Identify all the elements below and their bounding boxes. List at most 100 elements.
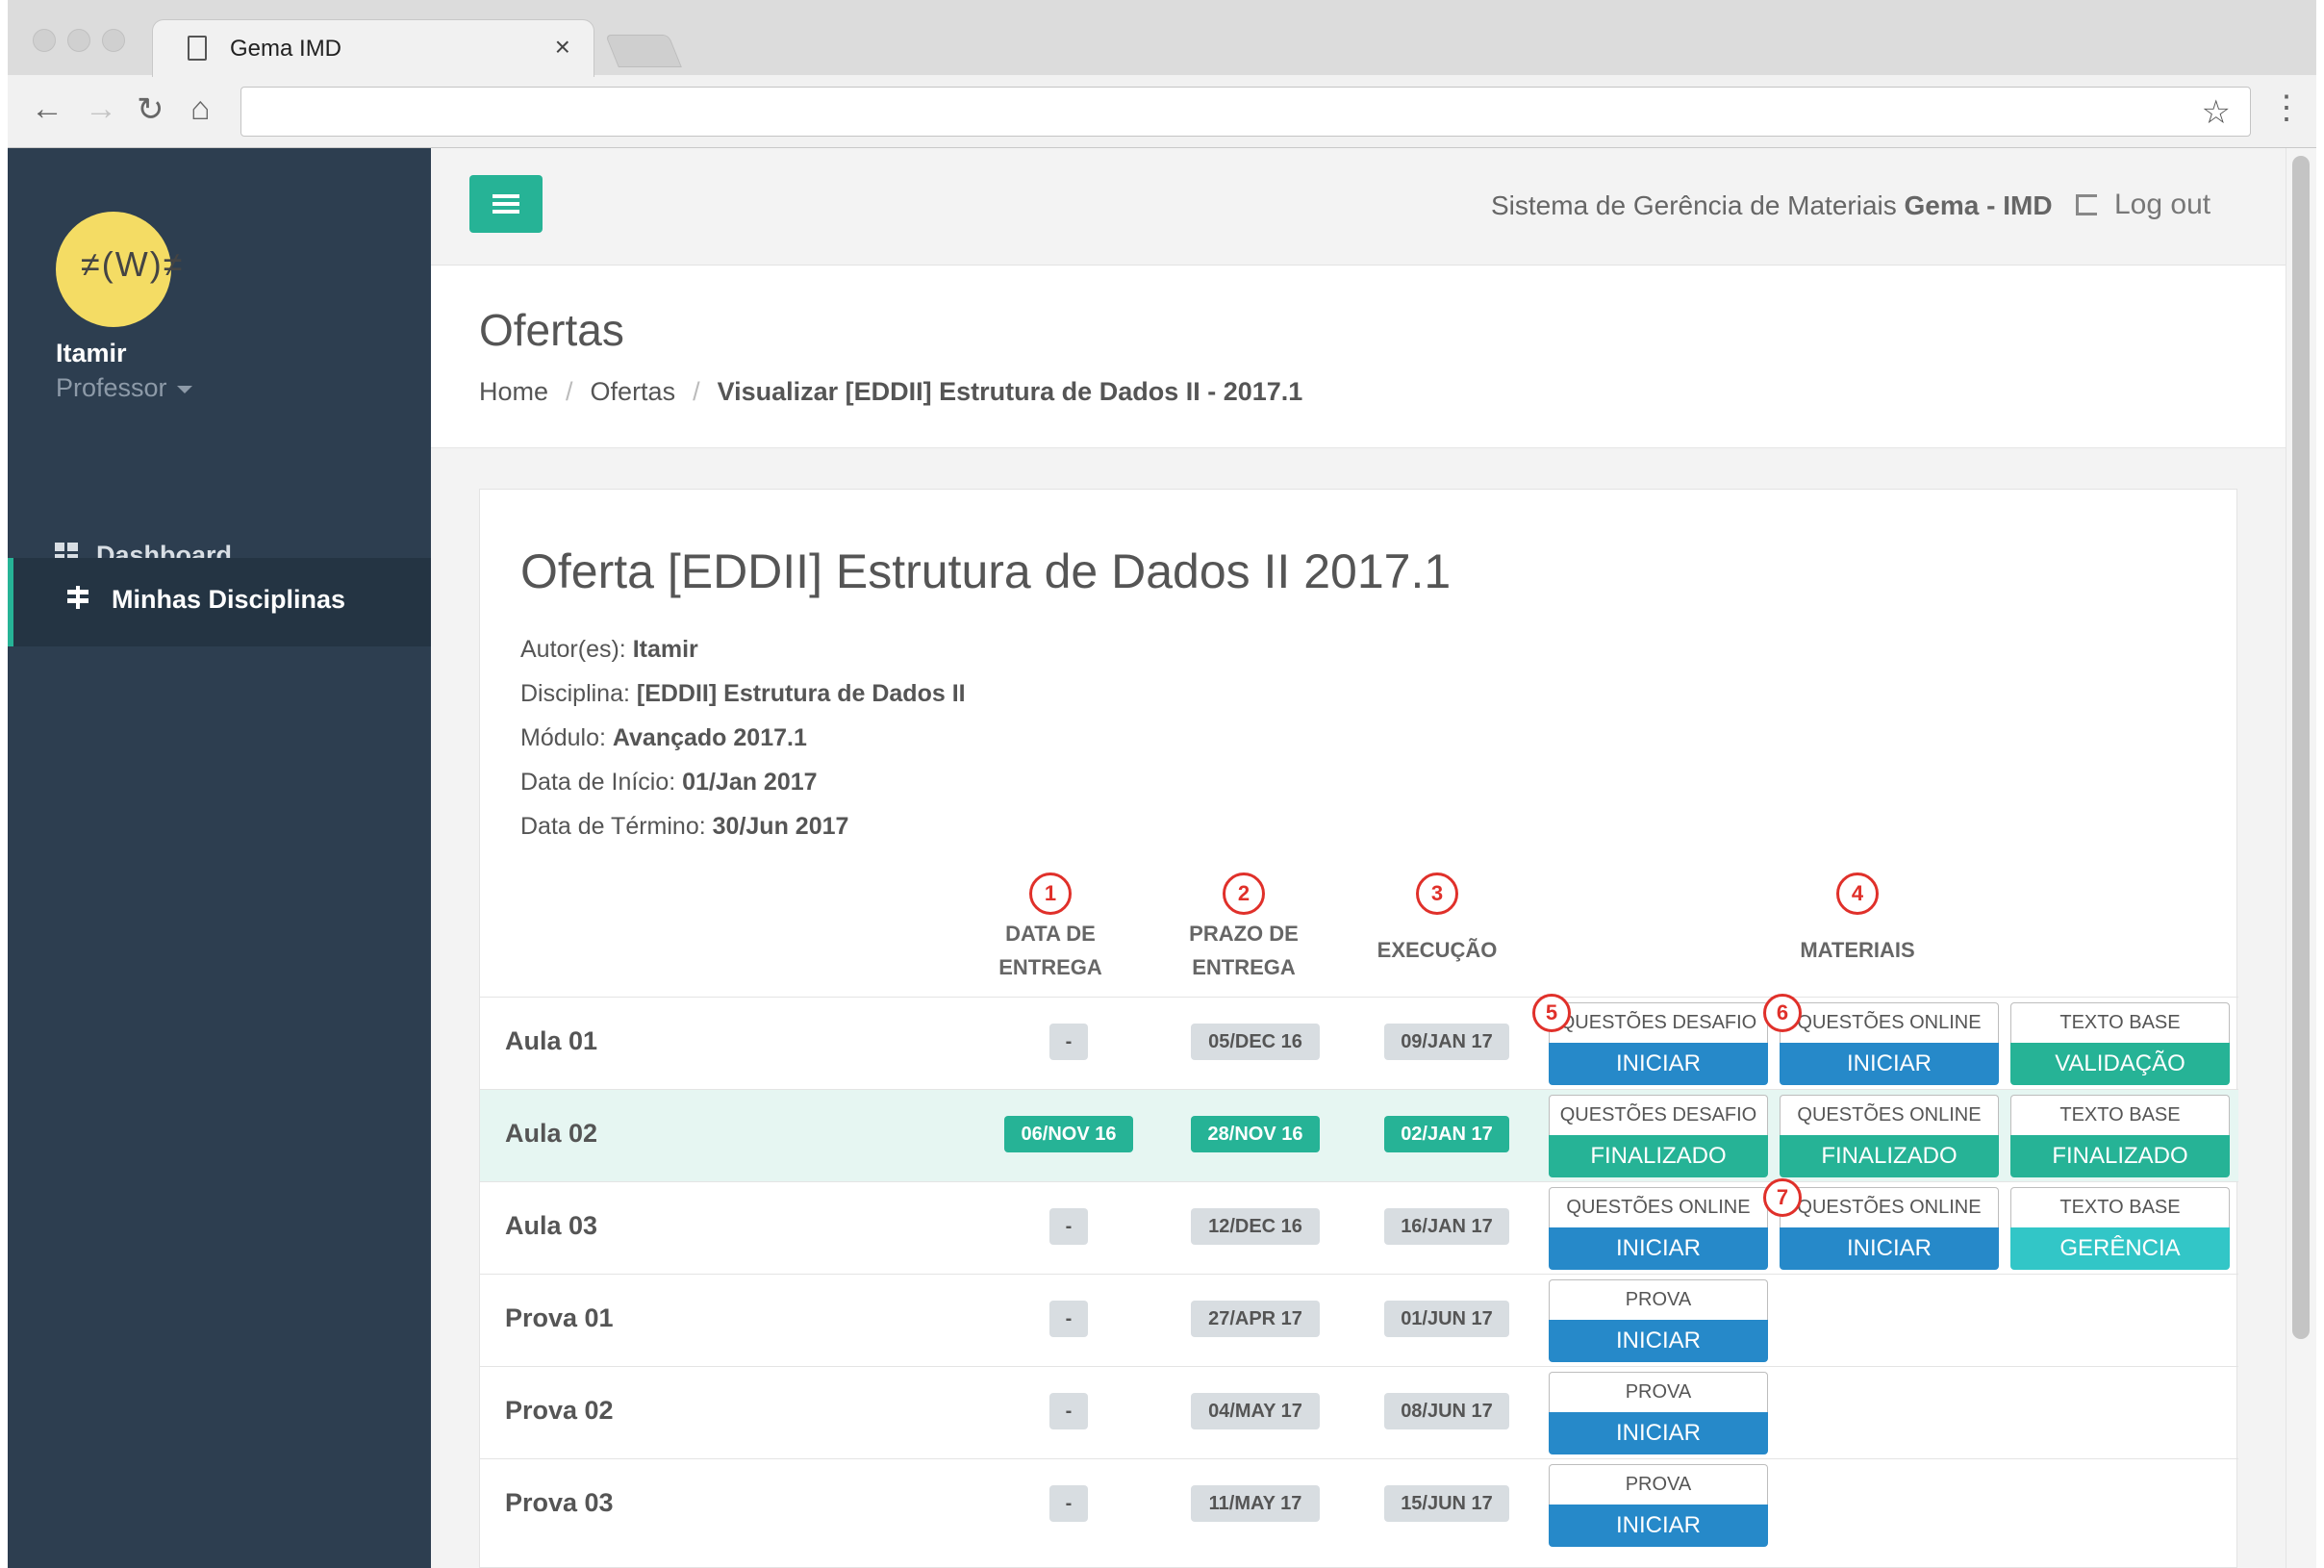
material-type-label: TEXTO BASE (2010, 1002, 2230, 1043)
window-close-dot[interactable] (33, 29, 56, 52)
hamburger-bar (493, 202, 519, 206)
material-action-button[interactable]: INICIAR (1549, 1412, 1768, 1454)
delivery-date-badge: - (1049, 1485, 1088, 1522)
browser-menu-icon[interactable]: ⋮ (2270, 89, 2303, 127)
tab-strip: Gema IMD × (8, 0, 2316, 77)
material-action-button[interactable]: INICIAR (1780, 1227, 1999, 1270)
address-bar[interactable]: ☆ (240, 87, 2251, 137)
row-label: Prova 03 (505, 1488, 614, 1517)
page: Gema IMD × ← → ↻ ⌂ ☆ ⋮ ≠(W)≠ Itamir Prof… (0, 0, 2324, 1568)
breadcrumb-ofertas[interactable]: Ofertas (591, 377, 676, 406)
browser-toolbar: ← → ↻ ⌂ ☆ ⋮ (8, 75, 2316, 148)
avatar-face: ≠(W)≠ (81, 244, 185, 284)
row-label: Prova 02 (505, 1396, 614, 1425)
system-title-prefix: Sistema de Gerência de Materiais (1491, 190, 1905, 220)
material-card: QUESTÕES DESAFIO INICIAR (1549, 1002, 1768, 1085)
header-execution: EXECUÇÃO (1377, 938, 1498, 962)
logout-link[interactable]: Log out (2076, 189, 2210, 221)
material-action-button[interactable]: INICIAR (1549, 1320, 1768, 1362)
window-minimize-dot[interactable] (67, 29, 90, 52)
marker-6: 6 (1763, 994, 1802, 1032)
material-card: TEXTO BASE VALIDAÇÃO (2010, 1002, 2230, 1085)
browser-tab[interactable]: Gema IMD × (152, 19, 594, 77)
tab-title: Gema IMD (230, 36, 342, 62)
material-type-label: QUESTÕES ONLINE (1780, 1095, 1999, 1135)
material-action-button[interactable]: INICIAR (1549, 1505, 1768, 1547)
menu-toggle-button[interactable] (469, 175, 543, 233)
header-line: DATA DE (1005, 922, 1096, 946)
execution-date-badge: 16/JAN 17 (1384, 1208, 1509, 1245)
offer-panel: Oferta [EDDII] Estrutura de Dados II 201… (479, 489, 2238, 1568)
delivery-date-badge: - (1049, 1301, 1088, 1337)
info-value: 01/Jan 2017 (682, 769, 818, 796)
material-type-label: QUESTÕES DESAFIO (1549, 1095, 1768, 1135)
scrollbar[interactable] (2286, 148, 2316, 1568)
header-deadline: PRAZO DE ENTREGA (1167, 917, 1321, 984)
user-name: Itamir (56, 339, 127, 367)
user-role-dropdown[interactable]: Professor (56, 373, 192, 403)
material-type-label: QUESTÕES DESAFIO (1549, 1002, 1768, 1043)
execution-date-badge: 09/JAN 17 (1384, 1024, 1509, 1060)
marker-4: 4 (1836, 873, 1879, 915)
table-row: Prova 02 - 04/MAY 17 08/JUN 17 PROVA INICIAR (480, 1366, 2238, 1458)
material-action-button[interactable]: INICIAR (1549, 1227, 1768, 1270)
bookmark-star-icon[interactable]: ☆ (2202, 93, 2231, 132)
row-label: Aula 02 (505, 1119, 598, 1148)
breadcrumb-separator: / (566, 377, 573, 406)
home-icon[interactable]: ⌂ (190, 90, 211, 128)
sidebar-item-minhas-disciplinas[interactable]: Minhas Disciplinas (8, 558, 431, 646)
material-action-button[interactable]: INICIAR (1549, 1043, 1768, 1085)
marker-7: 7 (1763, 1178, 1802, 1217)
info-value: Avançado 2017.1 (612, 724, 807, 751)
caret-down-icon (176, 385, 192, 393)
new-tab-button[interactable] (605, 35, 682, 67)
execution-date-badge: 08/JUN 17 (1384, 1393, 1509, 1429)
execution-date-badge: 15/JUN 17 (1384, 1485, 1509, 1522)
breadcrumb-separator: / (693, 377, 700, 406)
window-maximize-dot[interactable] (102, 29, 125, 52)
reload-icon[interactable]: ↻ (137, 90, 164, 129)
row-label: Aula 01 (505, 1026, 598, 1055)
delivery-date-badge: 06/NOV 16 (1004, 1116, 1133, 1152)
material-action-button[interactable]: FINALIZADO (1780, 1135, 1999, 1177)
info-label: Data de Término: (520, 813, 713, 840)
breadcrumb-home[interactable]: Home (479, 377, 548, 406)
table-row: Aula 01 - 05/DEC 16 09/JAN 17 QUESTÕES DESAF… (480, 997, 2238, 1089)
material-card: QUESTÕES ONLINE INICIAR (1780, 1187, 1999, 1270)
info-value: Itamir (632, 636, 698, 663)
logout-icon (2076, 194, 2097, 215)
material-type-label: TEXTO BASE (2010, 1187, 2230, 1227)
system-name: Gema - IMD (1904, 190, 2053, 220)
browser-chrome: Gema IMD × ← → ↻ ⌂ ☆ ⋮ (8, 0, 2316, 148)
material-card: QUESTÕES ONLINE FINALIZADO (1780, 1095, 1999, 1177)
sidebar-item-label: Minhas Disciplinas (112, 585, 346, 614)
material-card: PROVA INICIAR (1549, 1279, 1768, 1362)
material-action-button[interactable]: FINALIZADO (2010, 1135, 2230, 1177)
table-row: Prova 01 - 27/APR 17 01/JUN 17 PROVA INICIAR (480, 1274, 2238, 1366)
back-icon[interactable]: ← (31, 90, 63, 128)
scrollbar-thumb[interactable] (2292, 156, 2310, 1339)
material-type-label: QUESTÕES ONLINE (1780, 1187, 1999, 1227)
deadline-date-badge: 11/MAY 17 (1191, 1485, 1320, 1522)
forward-icon[interactable]: → (85, 90, 117, 128)
breadcrumb-current: Visualizar [EDDII] Estrutura de Dados II… (717, 377, 1303, 406)
material-action-button[interactable]: INICIAR (1780, 1043, 1999, 1085)
info-label: Módulo: (520, 724, 613, 751)
deadline-date-badge: 05/DEC 16 (1191, 1024, 1320, 1060)
material-type-label: PROVA (1549, 1279, 1768, 1320)
material-action-button[interactable]: VALIDAÇÃO (2010, 1043, 2230, 1085)
execution-date-badge: 01/JUN 17 (1384, 1301, 1509, 1337)
material-type-label: TEXTO BASE (2010, 1095, 2230, 1135)
breadcrumb: Home / Ofertas / Visualizar [EDDII] Estrutur… (479, 377, 1302, 407)
header-line: PRAZO DE (1189, 922, 1299, 946)
material-card: QUESTÕES ONLINE INICIAR (1549, 1187, 1768, 1270)
avatar[interactable]: ≠(W)≠ (56, 212, 182, 327)
material-action-button[interactable]: GERÊNCIA (2010, 1227, 2230, 1270)
tab-close-icon[interactable]: × (555, 32, 570, 63)
marker-5: 5 (1532, 994, 1571, 1032)
deadline-date-badge: 04/MAY 17 (1191, 1393, 1320, 1429)
delivery-date-badge: - (1049, 1024, 1088, 1060)
offer-title: Oferta [EDDII] Estrutura de Dados II 201… (520, 544, 1452, 598)
table-row: Aula 02 06/NOV 16 28/NOV 16 02/JAN 17 QUESTÕ… (480, 1089, 2238, 1181)
material-action-button[interactable]: FINALIZADO (1549, 1135, 1768, 1177)
